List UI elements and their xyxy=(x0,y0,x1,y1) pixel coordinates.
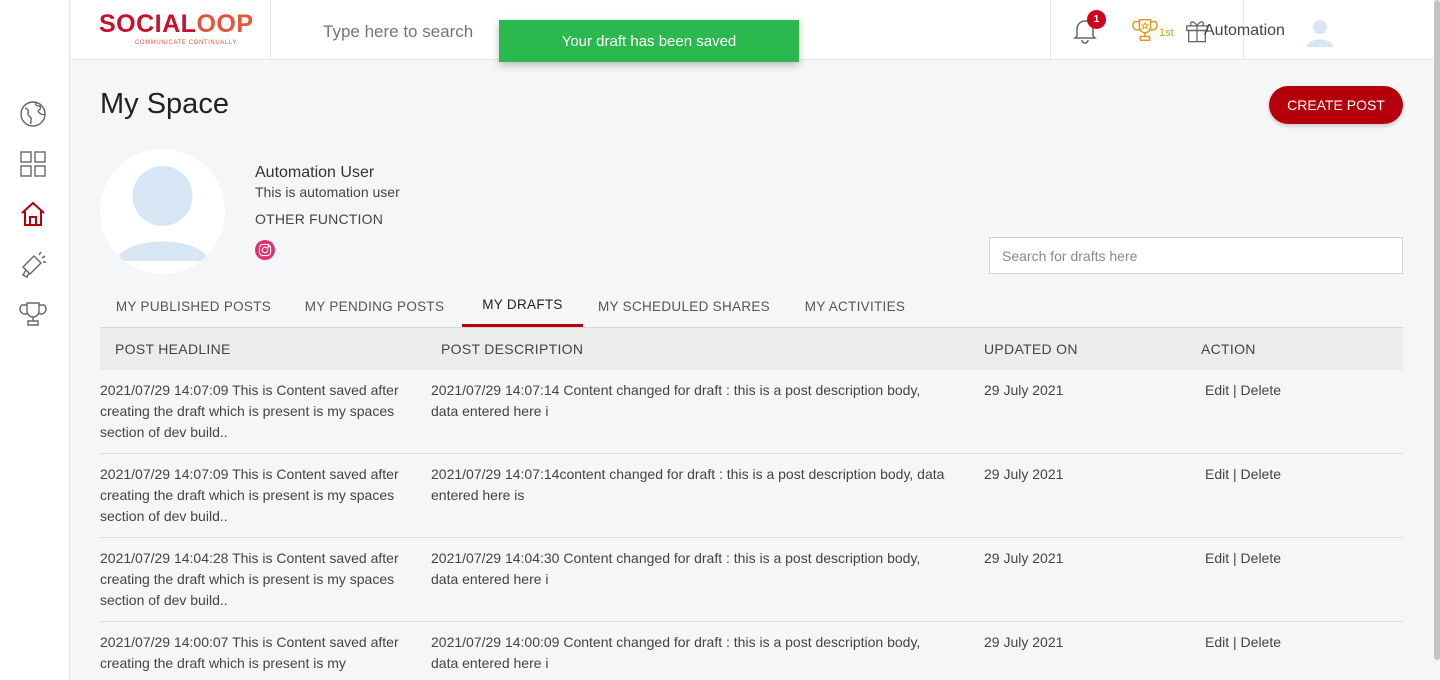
table-row: 2021/07/29 14:00:07 This is Content save… xyxy=(100,622,1403,680)
tab-my-published-posts[interactable]: MY PUBLISHED POSTS xyxy=(100,285,287,327)
nav-item-leaderboard[interactable] xyxy=(18,299,48,329)
tab-my-drafts[interactable]: MY DRAFTS xyxy=(462,285,583,327)
logo-text-a: SOCIAL xyxy=(99,10,197,38)
action-separator: | xyxy=(1229,550,1241,566)
action-separator: | xyxy=(1229,634,1241,650)
grid-icon xyxy=(20,151,46,177)
row-headline: 2021/07/29 14:04:28 This is Content save… xyxy=(100,550,399,608)
edit-link[interactable]: Edit xyxy=(1205,634,1229,650)
my-space-tabs: MY PUBLISHED POSTS MY PENDING POSTS MY D… xyxy=(100,285,1403,328)
row-description: 2021/07/29 14:07:14 Content changed for … xyxy=(431,382,921,419)
table-row: 2021/07/29 14:07:09 This is Content save… xyxy=(100,454,1403,538)
row-actions: Edit | Delete xyxy=(1205,548,1281,569)
nav-item-dashboard[interactable] xyxy=(18,149,48,179)
megaphone-icon xyxy=(22,251,46,278)
delete-link[interactable]: Delete xyxy=(1241,634,1281,650)
delete-link[interactable]: Delete xyxy=(1241,550,1281,566)
row-updated-on: 29 July 2021 xyxy=(984,382,1064,398)
action-separator: | xyxy=(1229,382,1241,398)
user-menu-name[interactable]: Automation xyxy=(1204,22,1285,40)
trophy-rank-icon[interactable] xyxy=(1132,16,1158,44)
nav-item-my-space[interactable] xyxy=(18,199,48,229)
notification-badge: 1 xyxy=(1087,10,1106,29)
logo-tagline: COMMUNICATE CONTINUALLY xyxy=(135,40,237,46)
nav-item-campaigns[interactable] xyxy=(18,249,48,279)
row-actions: Edit | Delete xyxy=(1205,380,1281,401)
col-header-updated: UPDATED ON xyxy=(984,341,1078,357)
edit-link[interactable]: Edit xyxy=(1205,382,1229,398)
edit-link[interactable]: Edit xyxy=(1205,466,1229,482)
globe-icon xyxy=(20,101,46,127)
row-headline: 2021/07/29 14:07:09 This is Content save… xyxy=(100,382,399,440)
tab-my-activities[interactable]: MY ACTIVITIES xyxy=(790,285,920,327)
page-title: My Space xyxy=(100,88,229,120)
default-avatar-icon xyxy=(116,166,209,261)
rank-label: 1st xyxy=(1159,27,1174,39)
instagram-icon xyxy=(258,243,272,257)
delete-link[interactable]: Delete xyxy=(1241,466,1281,482)
profile-avatar xyxy=(100,149,225,274)
tab-my-pending-posts[interactable]: MY PENDING POSTS xyxy=(293,285,456,327)
user-avatar-icon[interactable] xyxy=(1305,17,1335,47)
table-row: 2021/07/29 14:04:28 This is Content save… xyxy=(100,538,1403,622)
draft-saved-toast: Your draft has been saved xyxy=(499,20,799,62)
col-header-headline: POST HEADLINE xyxy=(115,341,231,357)
row-headline: 2021/07/29 14:07:09 This is Content save… xyxy=(100,466,399,524)
row-description: 2021/07/29 14:04:30 Content changed for … xyxy=(431,550,921,587)
delete-link[interactable]: Delete xyxy=(1241,382,1281,398)
brand-logo[interactable]: SOCIALOOP COMMUNICATE CONTINUALLY xyxy=(71,0,271,60)
nav-item-explore[interactable] xyxy=(18,99,48,129)
row-updated-on: 29 July 2021 xyxy=(984,634,1064,650)
row-actions: Edit | Delete xyxy=(1205,632,1281,653)
row-actions: Edit | Delete xyxy=(1205,464,1281,485)
create-post-button[interactable]: CREATE POST xyxy=(1269,86,1403,124)
profile-bio: This is automation user xyxy=(255,184,400,200)
edit-link[interactable]: Edit xyxy=(1205,550,1229,566)
row-updated-on: 29 July 2021 xyxy=(984,550,1064,566)
trophy-icon xyxy=(19,302,47,326)
col-header-action: ACTION xyxy=(1201,341,1256,357)
row-description: 2021/07/29 14:00:09 Content changed for … xyxy=(431,634,921,671)
drafts-table-header: POST HEADLINE POST DESCRIPTION UPDATED O… xyxy=(100,328,1403,370)
row-headline: 2021/07/29 14:00:07 This is Content save… xyxy=(100,634,399,671)
drafts-search-input[interactable] xyxy=(989,237,1403,274)
instagram-link[interactable] xyxy=(255,240,275,260)
profile-name: Automation User xyxy=(255,164,375,181)
logo-text-b: OOP xyxy=(196,10,254,38)
action-separator: | xyxy=(1229,466,1241,482)
left-nav-rail xyxy=(0,0,70,680)
tab-my-scheduled-shares[interactable]: MY SCHEDULED SHARES xyxy=(590,285,778,327)
page-scrollbar[interactable] xyxy=(1434,0,1440,660)
table-row: 2021/07/29 14:07:09 This is Content save… xyxy=(100,370,1403,454)
home-icon xyxy=(21,201,45,226)
row-updated-on: 29 July 2021 xyxy=(984,466,1064,482)
profile-function: OTHER FUNCTION xyxy=(255,211,384,227)
row-description: 2021/07/29 14:07:14content changed for d… xyxy=(431,466,945,503)
col-header-description: POST DESCRIPTION xyxy=(441,341,584,357)
logo-wordmark: SOCIALOOP xyxy=(99,10,254,39)
